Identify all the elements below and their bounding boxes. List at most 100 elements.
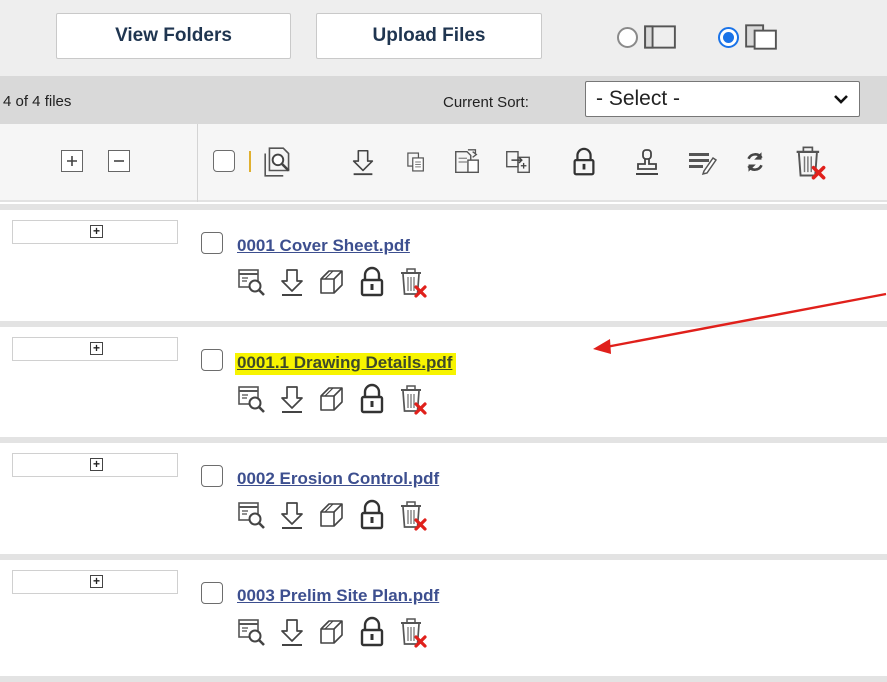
plus-icon: + — [90, 458, 103, 471]
lock-icon — [569, 147, 599, 177]
file-row: +0001.1 Drawing Details.pdf — [0, 327, 887, 447]
sort-label: Current Sort: — [443, 94, 529, 111]
view-mode-single-radio[interactable] — [617, 26, 638, 48]
row-download-button[interactable] — [276, 495, 308, 535]
lock-icon — [356, 382, 388, 416]
file-row: +0001 Cover Sheet.pdf — [0, 210, 887, 330]
copy-button[interactable] — [398, 142, 434, 182]
refresh-button[interactable] — [737, 142, 773, 182]
search-document-button[interactable] — [261, 142, 297, 182]
lock-icon — [356, 615, 388, 649]
chevron-down-icon — [833, 91, 849, 107]
row-expand-toggle[interactable]: + — [12, 570, 178, 594]
file-link[interactable]: 0002 Erosion Control.pdf — [237, 469, 439, 489]
file-link[interactable]: 0003 Prelim Site Plan.pdf — [237, 586, 439, 606]
file-link[interactable]: 0001 Cover Sheet.pdf — [237, 236, 410, 256]
edit-properties-icon — [686, 146, 718, 178]
view-folders-button[interactable]: View Folders — [56, 13, 291, 59]
delete-icon — [396, 382, 428, 416]
download-icon — [276, 265, 308, 299]
preview-icon — [236, 382, 268, 416]
row-actions — [236, 262, 428, 302]
collapse-all-button[interactable] — [108, 150, 130, 172]
row-download-button[interactable] — [276, 262, 308, 302]
row-delete-button[interactable] — [396, 495, 428, 535]
lock-icon — [356, 498, 388, 532]
row-copy-button[interactable] — [316, 495, 348, 535]
delete-icon — [396, 615, 428, 649]
view-mode-single[interactable] — [617, 22, 677, 52]
file-checkbox[interactable] — [201, 465, 223, 487]
delete-icon — [396, 498, 428, 532]
file-count: 4 of 4 files — [3, 93, 72, 110]
merge-button[interactable] — [500, 142, 536, 182]
file-checkbox[interactable] — [201, 349, 223, 371]
download-icon — [276, 498, 308, 532]
copy-icon — [316, 382, 348, 416]
row-expand-toggle[interactable]: + — [12, 220, 178, 244]
file-checkbox[interactable] — [201, 582, 223, 604]
upload-files-button[interactable]: Upload Files — [316, 13, 542, 59]
row-copy-button[interactable] — [316, 612, 348, 652]
lock-button[interactable] — [566, 142, 602, 182]
copy-icon — [316, 615, 348, 649]
file-row: +0002 Erosion Control.pdf — [0, 443, 887, 563]
info-bar: 4 of 4 files Current Sort: - Select - — [0, 76, 887, 124]
row-copy-button[interactable] — [316, 262, 348, 302]
preview-icon — [236, 265, 268, 299]
copy-icon — [316, 265, 348, 299]
row-preview-button[interactable] — [236, 379, 268, 419]
row-delete-button[interactable] — [396, 379, 428, 419]
collapse-all-icon — [114, 160, 124, 162]
delete-icon — [396, 265, 428, 299]
toolbar-separator — [249, 151, 251, 172]
file-link[interactable]: 0001.1 Drawing Details.pdf — [235, 353, 457, 375]
plus-icon: + — [90, 342, 103, 355]
copy-icon — [316, 498, 348, 532]
download-button[interactable] — [345, 142, 381, 182]
search-document-icon — [262, 145, 296, 179]
row-delete-button[interactable] — [396, 612, 428, 652]
expand-all-icon — [67, 156, 77, 166]
move-button[interactable] — [449, 142, 485, 182]
row-lock-button[interactable] — [356, 379, 388, 419]
row-download-button[interactable] — [276, 612, 308, 652]
row-delete-button[interactable] — [396, 262, 428, 302]
file-checkbox[interactable] — [201, 232, 223, 254]
select-all-checkbox[interactable] — [213, 150, 235, 172]
expand-all-button[interactable] — [61, 150, 83, 172]
download-icon — [348, 147, 378, 177]
view-mode-stacked-radio[interactable] — [718, 26, 739, 48]
row-preview-button[interactable] — [236, 262, 268, 302]
edit-properties-button[interactable] — [684, 142, 720, 182]
row-actions — [236, 495, 428, 535]
download-icon — [276, 382, 308, 416]
row-preview-button[interactable] — [236, 612, 268, 652]
delete-button[interactable] — [791, 142, 827, 182]
plus-icon: + — [90, 575, 103, 588]
sort-select[interactable]: - Select - — [585, 81, 860, 117]
view-mode-stacked[interactable] — [718, 22, 778, 52]
copy-icon — [403, 149, 429, 175]
lock-icon — [356, 265, 388, 299]
row-actions — [236, 379, 428, 419]
row-lock-button[interactable] — [356, 612, 388, 652]
row-lock-button[interactable] — [356, 262, 388, 302]
stacked-pane-layout-icon — [744, 23, 778, 51]
stamp-button[interactable] — [629, 142, 665, 182]
file-row: +0003 Prelim Site Plan.pdf — [0, 560, 887, 680]
single-pane-layout-icon — [643, 23, 677, 51]
row-preview-button[interactable] — [236, 495, 268, 535]
plus-icon: + — [90, 225, 103, 238]
preview-icon — [236, 615, 268, 649]
toolbar-divider — [197, 124, 198, 202]
row-expand-toggle[interactable]: + — [12, 453, 178, 477]
row-lock-button[interactable] — [356, 495, 388, 535]
row-download-button[interactable] — [276, 379, 308, 419]
merge-icon — [503, 147, 533, 177]
row-copy-button[interactable] — [316, 379, 348, 419]
row-separator — [0, 676, 887, 682]
row-expand-toggle[interactable]: + — [12, 337, 178, 361]
delete-icon — [791, 144, 827, 180]
download-icon — [276, 615, 308, 649]
